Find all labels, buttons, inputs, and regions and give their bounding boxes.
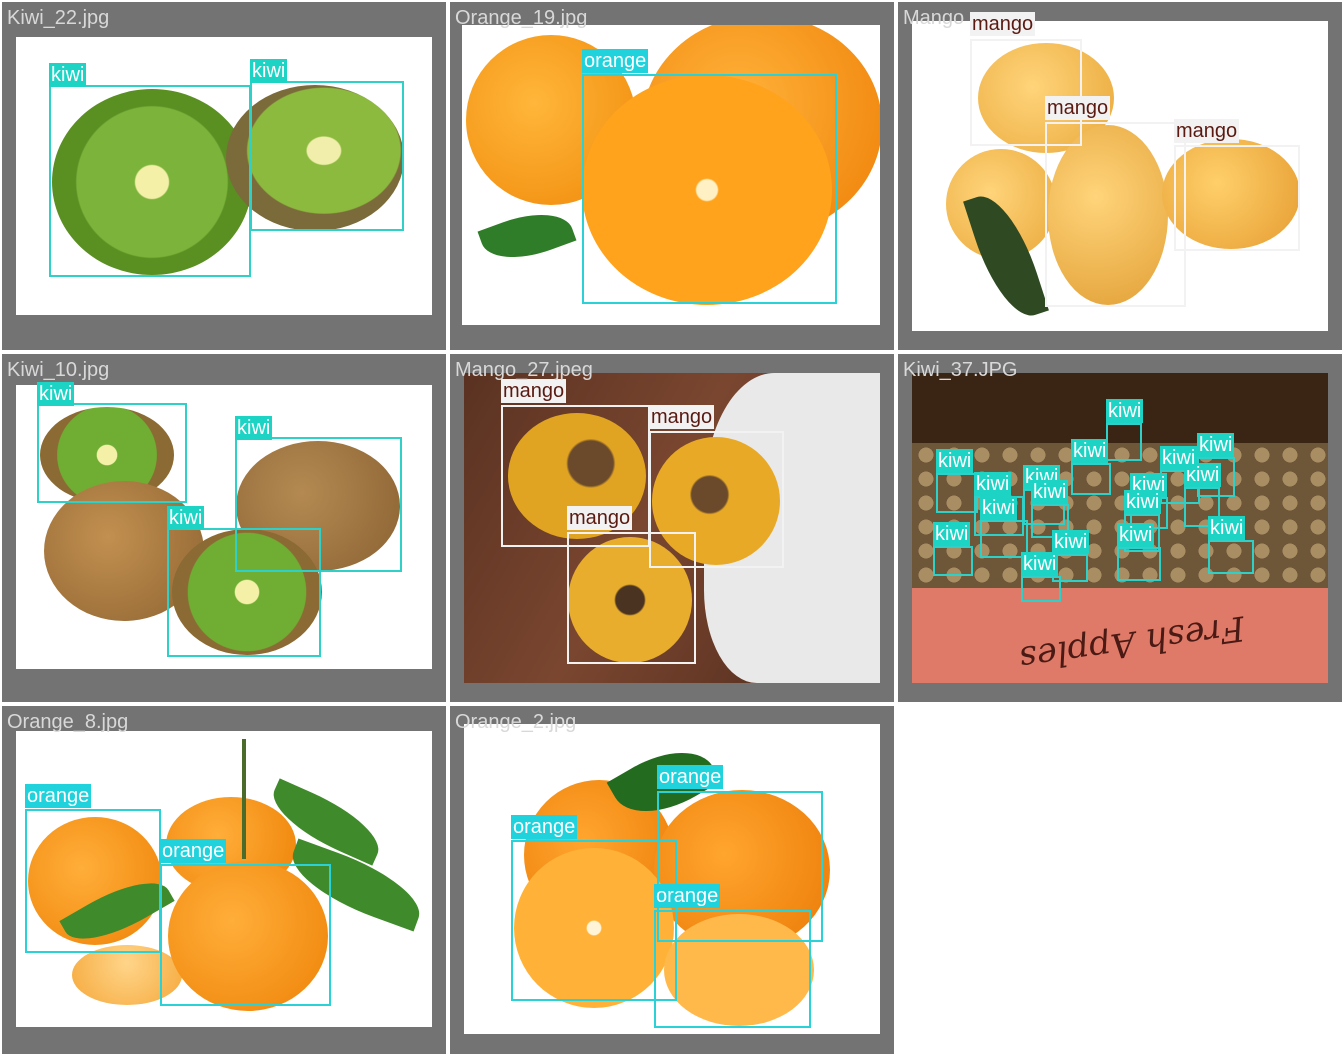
detection-box bbox=[37, 403, 187, 503]
detection-label: orange bbox=[25, 784, 92, 808]
detection-box bbox=[511, 840, 677, 1001]
detection-label: kiwi bbox=[250, 59, 288, 83]
detection-label: kiwi bbox=[1021, 552, 1059, 576]
detection-label: kiwi bbox=[1124, 490, 1162, 514]
detection-label: orange bbox=[582, 49, 649, 73]
detection-box bbox=[1117, 547, 1161, 581]
detection-label: orange bbox=[654, 884, 721, 908]
tile-title: Orange_8.jpg bbox=[7, 711, 129, 733]
detection-label: orange bbox=[511, 815, 578, 839]
detection-label: kiwi bbox=[1106, 399, 1144, 423]
detection-label: kiwi bbox=[49, 63, 87, 87]
detection-label: mango bbox=[649, 405, 715, 429]
tile-title: Mango_27.jpeg bbox=[455, 359, 593, 381]
detection-box bbox=[160, 864, 331, 1006]
image-tile-orange-2[interactable]: Orange_2.jpg orange orange orange bbox=[450, 706, 894, 1054]
image-tile-kiwi-22[interactable]: Kiwi_22.jpg kiwi kiwi bbox=[2, 2, 446, 350]
detection-label: mango bbox=[1174, 119, 1240, 143]
image-tile-orange-8[interactable]: Orange_8.jpg orange orange bbox=[2, 706, 446, 1054]
tile-title: Mango bbox=[903, 7, 965, 29]
detection-label: kiwi bbox=[1071, 439, 1109, 463]
detection-box bbox=[1174, 145, 1300, 251]
detection-box bbox=[1021, 576, 1061, 602]
detection-box bbox=[1045, 122, 1186, 307]
detection-box bbox=[567, 532, 696, 664]
tile-title: Kiwi_37.JPG bbox=[903, 359, 1018, 381]
detection-label: mango bbox=[970, 12, 1036, 36]
detection-label: kiwi bbox=[1208, 516, 1246, 540]
detection-box bbox=[167, 528, 321, 657]
detection-box bbox=[933, 546, 973, 576]
image-tile-mango[interactable]: Mango mango mango mango bbox=[898, 2, 1342, 350]
tile-title: Orange_19.jpg bbox=[455, 7, 588, 29]
tile-title: Orange_2.jpg bbox=[455, 711, 577, 733]
detection-label: kiwi bbox=[235, 416, 273, 440]
image-tile-orange-19[interactable]: Orange_19.jpg orange bbox=[450, 2, 894, 350]
image-tile-mango-27[interactable]: Mango_27.jpeg mango mango mango bbox=[450, 354, 894, 702]
detection-box bbox=[936, 473, 978, 513]
detection-label: kiwi bbox=[1197, 433, 1235, 457]
detection-label: kiwi bbox=[980, 496, 1018, 520]
detection-label: kiwi bbox=[974, 472, 1012, 496]
detection-label: kiwi bbox=[1160, 446, 1198, 470]
tile-title: Kiwi_22.jpg bbox=[7, 7, 110, 29]
detection-box bbox=[654, 910, 811, 1028]
image-tile-kiwi-37[interactable]: Kiwi_37.JPG Fresh Apples kiwi kiwi kiwi kiw… bbox=[898, 354, 1342, 702]
detection-box bbox=[1106, 423, 1142, 461]
detection-label: orange bbox=[657, 765, 724, 789]
detection-label: mango bbox=[567, 506, 633, 530]
detection-label: kiwi bbox=[37, 382, 75, 406]
detection-label: kiwi bbox=[936, 449, 974, 473]
detection-label: kiwi bbox=[1117, 523, 1155, 547]
detection-box bbox=[1071, 463, 1111, 495]
detection-label: kiwi bbox=[1031, 480, 1069, 504]
detection-box bbox=[582, 74, 837, 304]
image-tile-kiwi-10[interactable]: Kiwi_10.jpg kiwi kiwi kiwi bbox=[2, 354, 446, 702]
detection-box bbox=[250, 81, 404, 231]
detection-label: mango bbox=[1045, 96, 1111, 120]
detection-label: mango bbox=[501, 379, 567, 403]
detection-box bbox=[1208, 540, 1254, 574]
tile-title: Kiwi_10.jpg bbox=[7, 359, 110, 381]
detection-label: kiwi bbox=[933, 522, 971, 546]
detection-box bbox=[25, 809, 161, 953]
detection-label: kiwi bbox=[1052, 530, 1090, 554]
detection-label: kiwi bbox=[167, 506, 205, 530]
detection-label: orange bbox=[160, 839, 227, 863]
detection-box bbox=[49, 85, 251, 277]
